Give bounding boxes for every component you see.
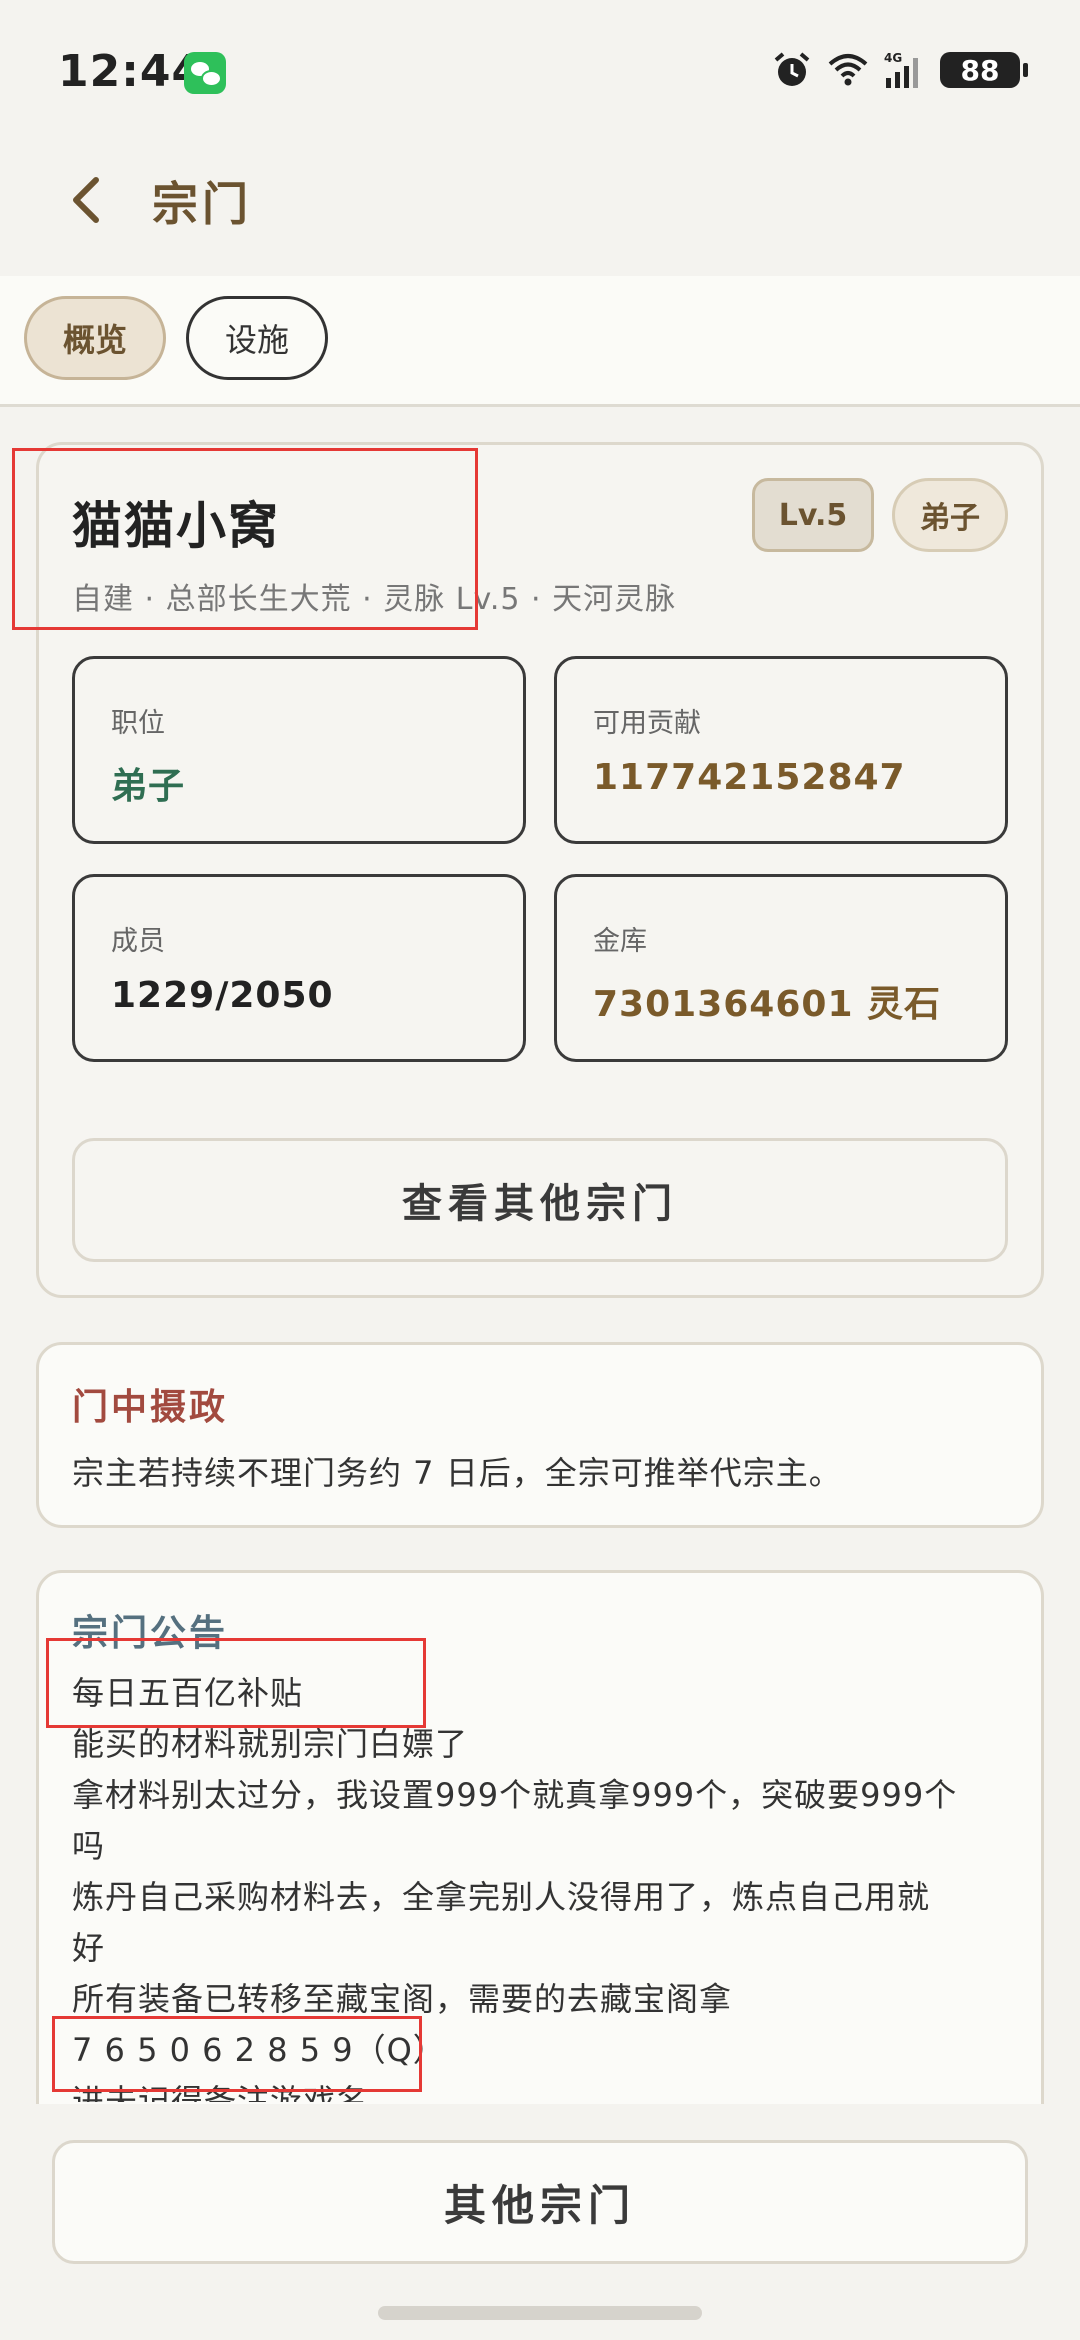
wechat-icon: [184, 52, 226, 94]
stat-value: 1229/2050: [111, 975, 334, 1016]
stat-value: 117742152847: [593, 757, 906, 798]
stat-treasury: 金库 7301364601 灵石: [554, 874, 1008, 1062]
other-sects-button[interactable]: 其他宗门: [52, 2140, 1028, 2264]
stat-value: 弟子: [111, 766, 186, 807]
tab-overview[interactable]: 概览: [24, 296, 166, 380]
stat-contribution: 可用贡献 117742152847: [554, 656, 1008, 844]
announcement-line: 好: [72, 1929, 106, 1967]
stat-label: 职位: [111, 708, 165, 739]
role-badge: 弟子: [892, 478, 1008, 552]
announcement-line: 炼丹自己采购材料去，全拿完别人没得用了，炼点自己用就: [72, 1878, 931, 1916]
tab-facilities[interactable]: 设施: [186, 296, 328, 380]
regency-text: 宗主若持续不理门务约 7 日后，全宗可推举代宗主。: [72, 1454, 842, 1492]
highlight-box-group-id: [52, 2016, 422, 2092]
view-other-sects-button[interactable]: 查看其他宗门: [72, 1138, 1008, 1262]
stat-value: 7301364601 灵石: [593, 984, 942, 1025]
home-indicator[interactable]: [378, 2306, 702, 2320]
page-title: 宗门: [152, 177, 252, 231]
chevron-left-icon[interactable]: [62, 170, 112, 230]
announcement-line: 吗: [72, 1827, 106, 1865]
stat-label: 成员: [111, 926, 165, 957]
status-time: 12:44: [58, 46, 204, 97]
stat-position: 职位 弟子: [72, 656, 526, 844]
status-icons: 4G 88: [772, 50, 1028, 90]
stat-label: 可用贡献: [593, 708, 701, 739]
battery-icon: 88: [940, 52, 1028, 88]
wifi-icon: [828, 54, 868, 86]
network-label: 4G: [884, 51, 902, 65]
stat-label: 金库: [593, 926, 647, 957]
tab-bar: 概览 设施: [0, 276, 1080, 407]
regency-title: 门中摄政: [72, 1387, 229, 1428]
sect-level-badge: Lv.5: [752, 478, 874, 552]
highlight-box-sect-name: [12, 448, 478, 630]
regency-card: [36, 1342, 1044, 1528]
announcement-line: 拿材料别太过分，我设置999个就真拿999个，突破要999个: [72, 1776, 958, 1814]
highlight-box-subsidy: [46, 1638, 426, 1728]
stat-members: 成员 1229/2050: [72, 874, 526, 1062]
signal-icon: 4G: [884, 51, 918, 88]
alarm-icon: [774, 52, 810, 86]
